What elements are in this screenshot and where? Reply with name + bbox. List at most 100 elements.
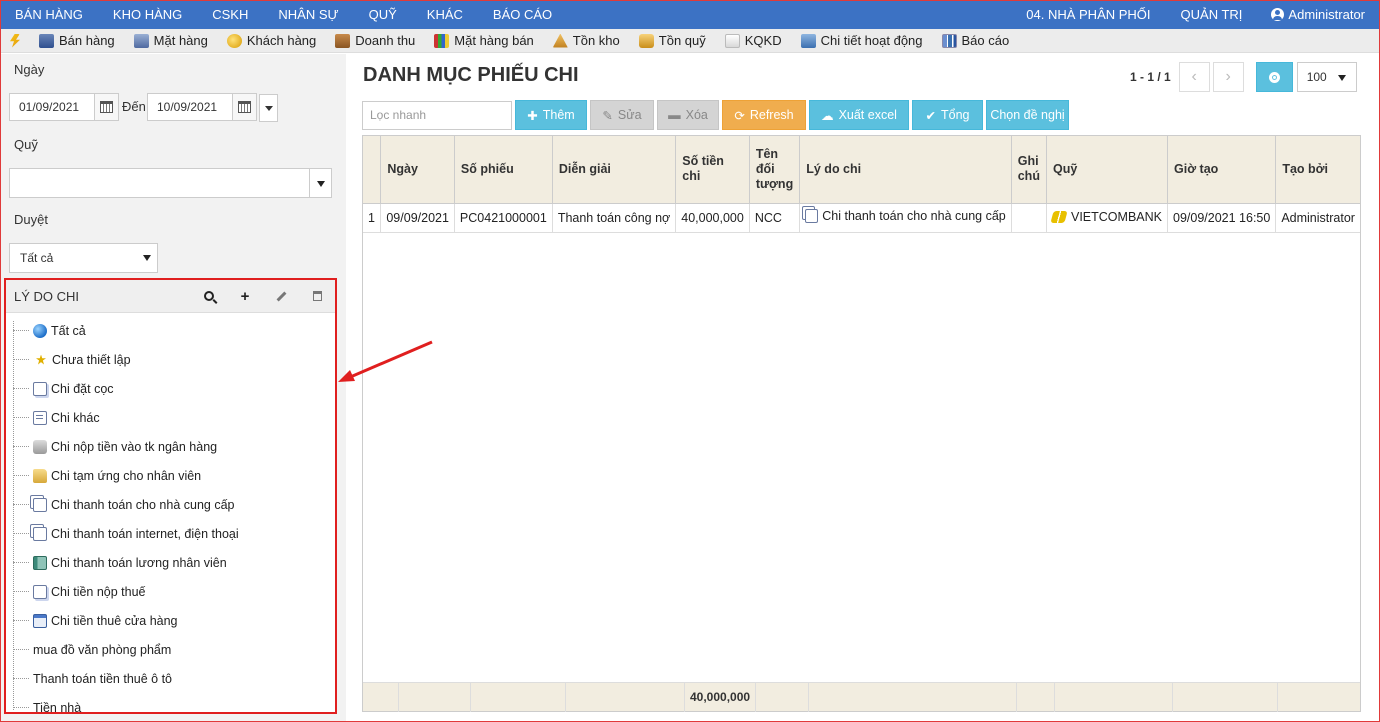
folder-icon (33, 468, 47, 483)
nav-bao-cao[interactable]: BÁO CÁO (478, 0, 567, 29)
toolbar-label: Báo cáo (961, 33, 1010, 48)
reason-item-tat-ca[interactable]: Tất cả (6, 316, 335, 345)
toolbar-ton-kho[interactable]: Tồn kho (552, 33, 620, 48)
delete-button[interactable]: ▬ Xóa (657, 100, 719, 130)
col-header-amount[interactable]: Số tiền chi (675, 136, 750, 204)
col-header-created-by[interactable]: Tạo bởi (1275, 136, 1360, 204)
col-header-description[interactable]: Diễn giải (552, 136, 677, 204)
fund-select[interactable] (9, 168, 332, 198)
reason-item-thue-o-to[interactable]: Thanh toán tiền thuê ô tô (6, 664, 335, 693)
export-button-label: Xuất excel (838, 108, 897, 122)
reason-item-chi-dat-coc[interactable]: Chi đặt cọc (6, 374, 335, 403)
plus-icon: + (240, 287, 250, 305)
toolbar-chi-tiet-hoat-dong[interactable]: Chi tiết hoạt động (800, 33, 923, 48)
reason-item-label: Chi thanh toán lương nhân viên (51, 555, 227, 570)
next-page-button[interactable]: › (1212, 62, 1244, 92)
reason-item-label: Tiền nhà (33, 700, 82, 715)
footer-cell (1278, 683, 1360, 712)
refresh-button[interactable]: ⟳ Refresh (722, 100, 806, 130)
reason-add-button[interactable]: + (227, 286, 263, 306)
nav-kho-hang[interactable]: KHO HÀNG (98, 0, 197, 29)
check-icon: ✔ (925, 108, 936, 123)
toolbar-mat-hang-ban[interactable]: Mặt hàng bán (434, 33, 534, 48)
total-button[interactable]: ✔ Tổng (912, 100, 983, 130)
nav-quan-tri[interactable]: QUẢN TRỊ (1166, 0, 1258, 29)
toolbar-kqkd[interactable]: KQKD (724, 33, 782, 48)
toolbar-doanh-thu[interactable]: Doanh thu (335, 33, 415, 48)
col-header-fund[interactable]: Quỹ (1046, 136, 1168, 204)
col-header-note[interactable]: Ghi chú (1011, 136, 1048, 204)
footer-total-amount: 40,000,000 (685, 683, 756, 712)
prev-page-button[interactable]: ‹ (1178, 62, 1210, 92)
globe-icon (33, 323, 47, 338)
add-button[interactable]: ✚ Thêm (515, 100, 587, 130)
reason-item-chi-tam-ung[interactable]: Chi tạm ứng cho nhân viên (6, 461, 335, 490)
approve-select[interactable]: Tất cả (9, 243, 158, 273)
reason-item-chi-internet-dien-thoai[interactable]: Chi thanh toán internet, điện thoại (6, 519, 335, 548)
nav-cskh[interactable]: CSKH (197, 0, 263, 29)
choose-suggestion-button[interactable]: Chọn đề nghị (986, 100, 1069, 130)
date-range-dropdown[interactable] (259, 94, 278, 122)
reason-item-chi-nop-tien-ngan-hang[interactable]: Chi nộp tiền vào tk ngân hàng (6, 432, 335, 461)
settings-button[interactable] (1255, 62, 1293, 92)
edit-button-label: Sửa (617, 108, 642, 122)
gear-icon (1268, 71, 1280, 83)
page-size-select[interactable]: 100 (1296, 62, 1357, 92)
date-from-input[interactable]: 01/09/2021 (9, 93, 119, 121)
reason-search-button[interactable] (191, 286, 227, 306)
table-header-row: Ngày Số phiếu Diễn giải Số tiền chi Tên … (363, 136, 1360, 204)
toolbar-label: Bán hàng (59, 33, 115, 48)
reason-item-chi-khac[interactable]: Chi khác (6, 403, 335, 432)
edit-button[interactable]: ✎ Sửa (590, 100, 654, 130)
reason-item-chi-thue-cua-hang[interactable]: Chi tiền thuê cửa hàng (6, 606, 335, 635)
nav-khac[interactable]: KHÁC (412, 0, 478, 29)
user-menu[interactable]: Administrator (1257, 7, 1380, 22)
date-from-calendar-button[interactable] (94, 94, 118, 120)
reason-edit-button[interactable] (263, 286, 299, 306)
toolbar-khach-hang[interactable]: Khách hàng (226, 33, 316, 48)
quick-filter-input[interactable]: Lọc nhanh (362, 100, 512, 130)
document-question-icon (33, 381, 47, 396)
export-excel-button[interactable]: ☁ Xuất excel (809, 100, 909, 130)
date-to-input[interactable]: 10/09/2021 (147, 93, 257, 121)
reason-item-chi-thanh-toan-ncc[interactable]: Chi thanh toán cho nhà cung cấp (6, 490, 335, 519)
reason-item-chua-thiet-lap[interactable]: Chưa thiết lập (6, 345, 335, 374)
toolbar-ton-quy[interactable]: Tồn quỹ (638, 33, 706, 48)
col-header-created[interactable]: Giờ tạo (1167, 136, 1277, 204)
col-header-voucher-no[interactable]: Số phiếu (454, 136, 553, 204)
copy-icon (805, 209, 819, 223)
document-question-icon (33, 584, 47, 599)
nav-ban-hang[interactable]: BÁN HÀNG (0, 0, 98, 29)
cell-fund: VIETCOMBANK (1046, 203, 1168, 233)
reason-item-label: Chi đặt cọc (51, 381, 114, 396)
nav-nhan-su[interactable]: NHÂN SỰ (263, 0, 353, 29)
col-header-date[interactable]: Ngày (380, 136, 455, 204)
toolbar-label: Tồn quỹ (658, 33, 706, 48)
cell-fund-text: VIETCOMBANK (1071, 209, 1162, 224)
date-to-calendar-button[interactable] (232, 94, 256, 120)
shortcut-toolbar: Bán hàng Mặt hàng Khách hàng Doanh thu M… (0, 29, 1380, 53)
col-header-party[interactable]: Tên đối tượng (749, 136, 801, 204)
reason-item-chi-nop-thue[interactable]: Chi tiền nộp thuế (6, 577, 335, 606)
footer-cell (471, 683, 566, 712)
add-button-label: Thêm (542, 108, 575, 122)
reason-delete-button[interactable] (299, 286, 335, 306)
pager: 1 - 1 / 1 ‹ › 100 (1130, 62, 1357, 92)
branch-selector[interactable]: 04. NHÀ PHÂN PHỐI (1011, 0, 1165, 29)
cell-note (1011, 203, 1048, 233)
toolbar-mat-hang[interactable]: Mặt hàng (133, 33, 208, 48)
reason-item-label: Chưa thiết lập (52, 352, 131, 367)
pencil-icon: ✎ (602, 108, 613, 123)
toolbar-ban-hang[interactable]: Bán hàng (39, 33, 115, 48)
reason-item-van-phong-pham[interactable]: mua đồ văn phòng phẩm (6, 635, 335, 664)
toolbar-bao-cao[interactable]: Báo cáo (941, 33, 1010, 48)
reason-item-label: Chi tiền nộp thuế (51, 584, 146, 599)
nav-quy[interactable]: QUỸ (354, 0, 412, 29)
quick-action-bolt[interactable] (10, 33, 20, 48)
cell-voucher-no: PC0421000001 (454, 203, 553, 233)
reason-item-chi-luong[interactable]: Chi thanh toán lương nhân viên (6, 548, 335, 577)
cash-register-icon (39, 33, 54, 48)
table-row[interactable]: 1 09/09/2021 PC0421000001 Thanh toán côn… (363, 203, 1360, 233)
col-header-reason[interactable]: Lý do chi (799, 136, 1012, 204)
reason-item-tien-nha[interactable]: Tiền nhà (6, 693, 335, 722)
